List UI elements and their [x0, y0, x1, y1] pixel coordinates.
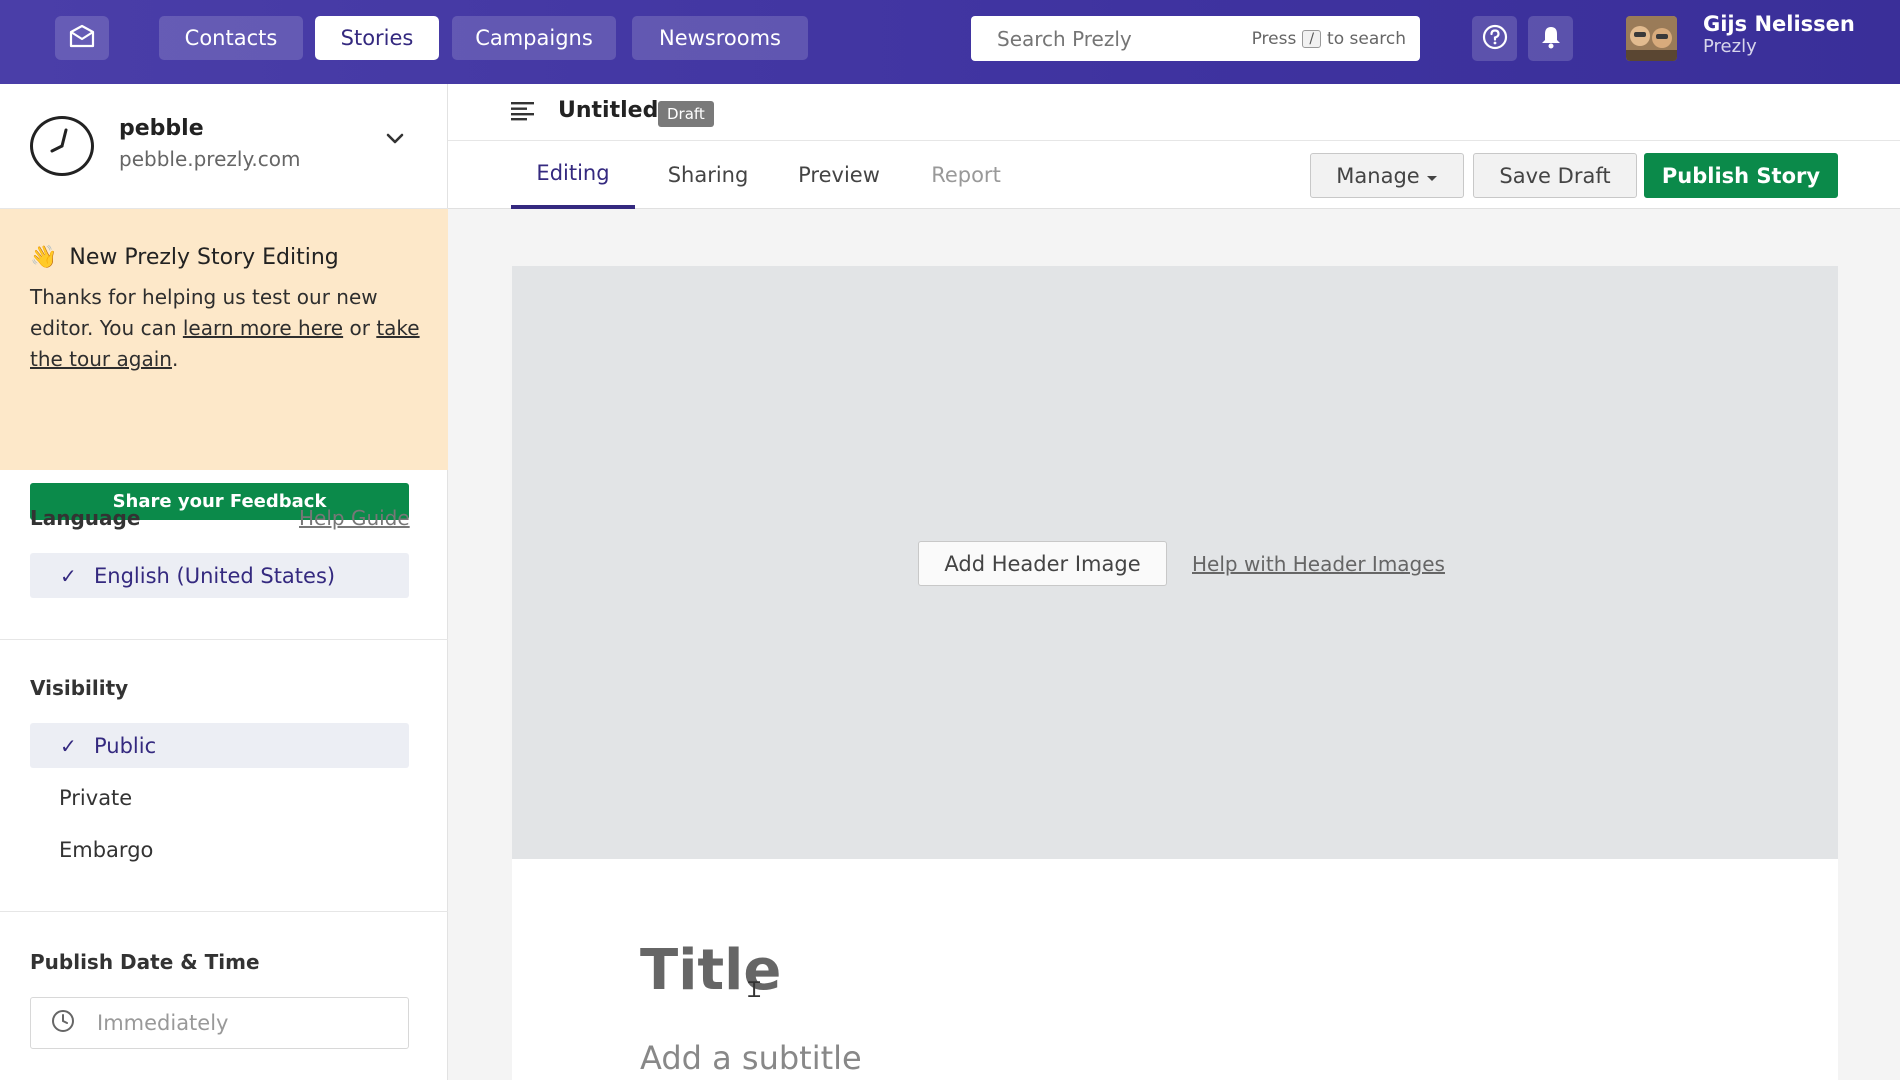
status-badge: Draft	[658, 101, 714, 127]
newsroom-selector[interactable]: pebble pebble.prezly.com	[0, 84, 448, 209]
help-guide-link[interactable]: Help Guide	[299, 506, 410, 530]
language-option-label: English (United States)	[94, 563, 336, 588]
tab-report[interactable]: Report	[912, 141, 1020, 209]
add-header-image-button[interactable]: Add Header Image	[918, 541, 1167, 586]
nav-campaigns[interactable]: Campaigns	[452, 16, 616, 60]
help-button[interactable]	[1472, 16, 1517, 61]
user-organization: Prezly	[1703, 36, 1757, 57]
home-button[interactable]	[55, 16, 109, 60]
avatar[interactable]	[1626, 16, 1677, 61]
tab-editing[interactable]: Editing	[511, 141, 635, 209]
story-tabs: Editing Sharing Preview Report Manage Sa…	[448, 141, 1900, 209]
nav-contacts[interactable]: Contacts	[159, 16, 303, 60]
help-circle-icon	[1482, 24, 1508, 54]
story-title: Untitled	[558, 98, 659, 123]
publish-date-label: Publish Date & Time	[30, 950, 260, 974]
notice-body: Thanks for helping us test our new edito…	[30, 282, 420, 375]
publish-story-button[interactable]: Publish Story	[1644, 153, 1838, 198]
header-images-help-link[interactable]: Help with Header Images	[1192, 552, 1445, 576]
language-label: Language	[30, 506, 141, 530]
search-shortcut-key: /	[1302, 29, 1322, 48]
search-input[interactable]	[997, 26, 1217, 51]
manage-button-label: Manage	[1336, 163, 1420, 188]
newsroom-name: pebble	[119, 116, 204, 141]
caret-down-icon	[1426, 164, 1438, 188]
clock-icon	[51, 1009, 75, 1038]
menu-lines-icon[interactable]	[511, 101, 535, 125]
settings-sidebar: pebble pebble.prezly.com 👋 New Prezly St…	[0, 84, 448, 1080]
nav-stories[interactable]: Stories	[315, 16, 439, 60]
visibility-option-private[interactable]: Private	[30, 775, 409, 820]
save-draft-button[interactable]: Save Draft	[1473, 153, 1637, 198]
waving-hand-icon: 👋	[30, 245, 58, 270]
publish-date-value: Immediately	[97, 1011, 229, 1035]
search-hint-suffix: to search	[1327, 28, 1406, 49]
visibility-option-public[interactable]: ✓ Public	[30, 723, 409, 768]
notice-title: 👋 New Prezly Story Editing	[30, 245, 339, 270]
divider	[0, 911, 448, 912]
story-header: Untitled Draft	[448, 84, 1900, 141]
subtitle-input[interactable]: Add a subtitle	[640, 1039, 862, 1077]
notice-text-2: or	[349, 316, 370, 340]
newsroom-url: pebble.prezly.com	[119, 147, 301, 171]
top-navigation-bar: Contacts Stories Campaigns Newsrooms Pre…	[0, 0, 1900, 84]
check-icon: ✓	[60, 733, 77, 758]
user-name[interactable]: Gijs Nelissen	[1703, 12, 1855, 36]
nav-newsrooms[interactable]: Newsrooms	[632, 16, 808, 60]
visibility-option-label: Public	[94, 733, 157, 758]
learn-more-link[interactable]: learn more here	[183, 316, 343, 340]
prezly-logo-icon	[68, 23, 96, 53]
chevron-down-icon[interactable]	[382, 126, 408, 152]
manage-button[interactable]: Manage	[1310, 153, 1464, 198]
header-image-area[interactable]: Add Header Image Help with Header Images	[512, 266, 1838, 859]
newsroom-logo	[30, 116, 94, 176]
bell-icon	[1539, 24, 1563, 54]
notice-title-text: New Prezly Story Editing	[69, 245, 339, 270]
search-bar[interactable]: Press / to search	[971, 16, 1420, 61]
tab-sharing[interactable]: Sharing	[652, 141, 764, 209]
text-cursor-icon: Ɪ	[748, 978, 761, 1003]
notice-text-3: .	[171, 347, 179, 371]
search-hint-press: Press	[1251, 28, 1297, 49]
divider	[0, 639, 448, 640]
visibility-option-embargo[interactable]: Embargo	[30, 827, 409, 872]
check-icon: ✓	[60, 563, 77, 588]
beta-editor-notice: 👋 New Prezly Story Editing Thanks for he…	[0, 209, 448, 520]
notifications-button[interactable]	[1528, 16, 1573, 61]
language-option-selected[interactable]: ✓ English (United States)	[30, 553, 409, 598]
story-editor: Add Header Image Help with Header Images…	[512, 266, 1838, 1080]
publish-date-field[interactable]: Immediately	[30, 997, 409, 1049]
search-hint: Press / to search	[1252, 29, 1406, 49]
visibility-label: Visibility	[30, 676, 129, 700]
tab-preview[interactable]: Preview	[783, 141, 895, 209]
